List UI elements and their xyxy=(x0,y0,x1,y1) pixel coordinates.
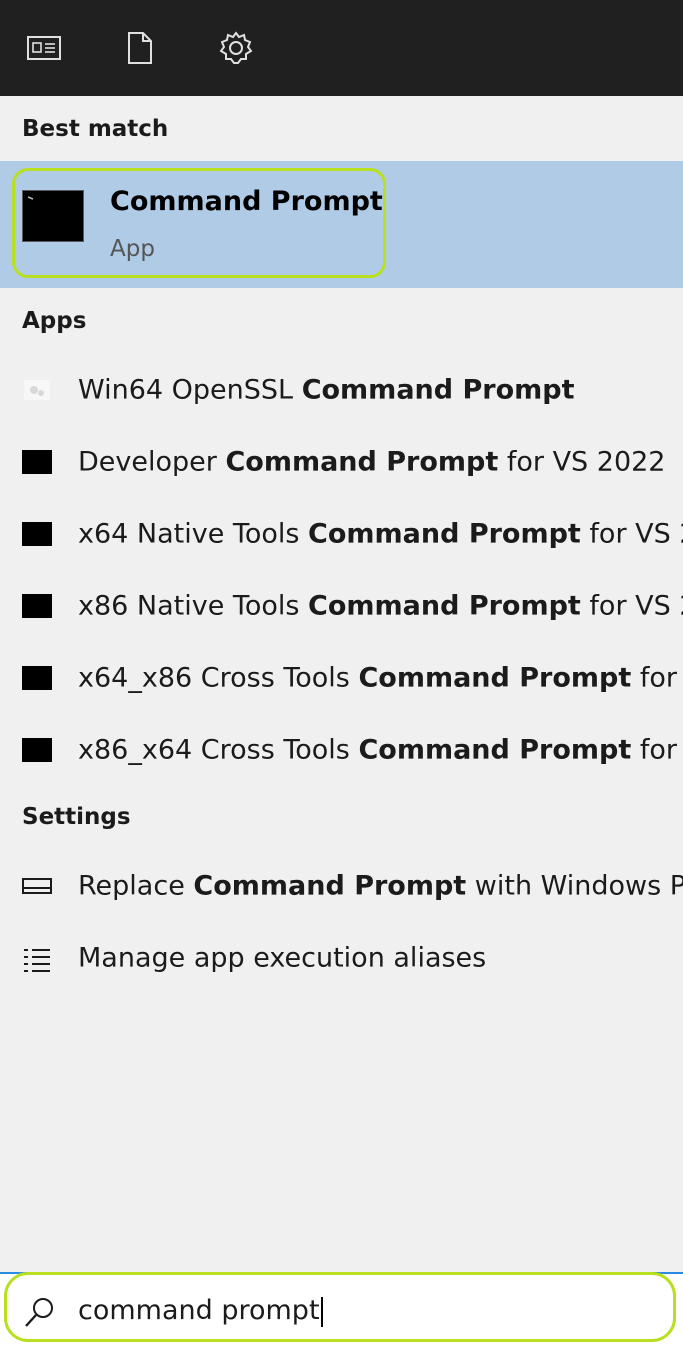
apps-header: Apps xyxy=(22,308,87,334)
app-item-label: x64_x86 Cross Tools Command Prompt for V… xyxy=(78,662,683,694)
taskbar-icon xyxy=(22,874,52,898)
app-item-label: x64 Native Tools Command Prompt for VS 2… xyxy=(78,518,683,550)
settings-item-label: Replace Command Prompt with Windows Pow xyxy=(78,870,683,902)
best-match-subtitle: App xyxy=(110,236,155,262)
settings-item-label: Manage app execution aliases xyxy=(78,942,487,974)
settings-header: Settings xyxy=(22,804,131,830)
console-icon xyxy=(22,738,52,762)
document-icon[interactable] xyxy=(120,28,160,68)
settings-item-replace-cmd[interactable]: Replace Command Prompt with Windows Pow xyxy=(0,854,683,918)
console-icon xyxy=(22,594,52,618)
app-item-label: x86 Native Tools Command Prompt for VS 2… xyxy=(78,590,683,622)
app-item-label: Win64 OpenSSL Command Prompt xyxy=(78,374,575,406)
gear-icon[interactable] xyxy=(216,28,256,68)
search-input[interactable]: command prompt xyxy=(78,1295,323,1327)
search-toolbar xyxy=(0,0,683,96)
console-icon xyxy=(22,450,52,474)
app-item-x86-x64-cross-tools[interactable]: x86_x64 Cross Tools Command Prompt for V… xyxy=(0,718,683,782)
console-icon xyxy=(22,666,52,690)
app-window-icon[interactable] xyxy=(24,28,64,68)
list-icon xyxy=(22,946,52,972)
console-icon xyxy=(22,522,52,546)
command-prompt-app-icon xyxy=(22,190,84,242)
app-item-x86-native-tools[interactable]: x86 Native Tools Command Prompt for VS 2… xyxy=(0,574,683,638)
best-match-title: Command Prompt xyxy=(110,186,383,217)
search-icon xyxy=(22,1294,58,1330)
settings-item-app-aliases[interactable]: Manage app execution aliases xyxy=(0,926,683,990)
app-item-x64-x86-cross-tools[interactable]: x64_x86 Cross Tools Command Prompt for V… xyxy=(0,646,683,710)
best-match-header: Best match xyxy=(22,116,169,142)
app-item-label: Developer Command Prompt for VS 2022 xyxy=(78,446,666,478)
app-item-win64-openssl[interactable]: Win64 OpenSSL Command Prompt xyxy=(0,358,683,422)
text-caret xyxy=(320,1296,323,1327)
app-item-developer-cmd[interactable]: Developer Command Prompt for VS 2022 xyxy=(0,430,683,494)
app-item-label: x86_x64 Cross Tools Command Prompt for V… xyxy=(78,734,683,766)
openssl-icon xyxy=(22,378,52,402)
app-item-x64-native-tools[interactable]: x64 Native Tools Command Prompt for VS 2… xyxy=(0,502,683,566)
